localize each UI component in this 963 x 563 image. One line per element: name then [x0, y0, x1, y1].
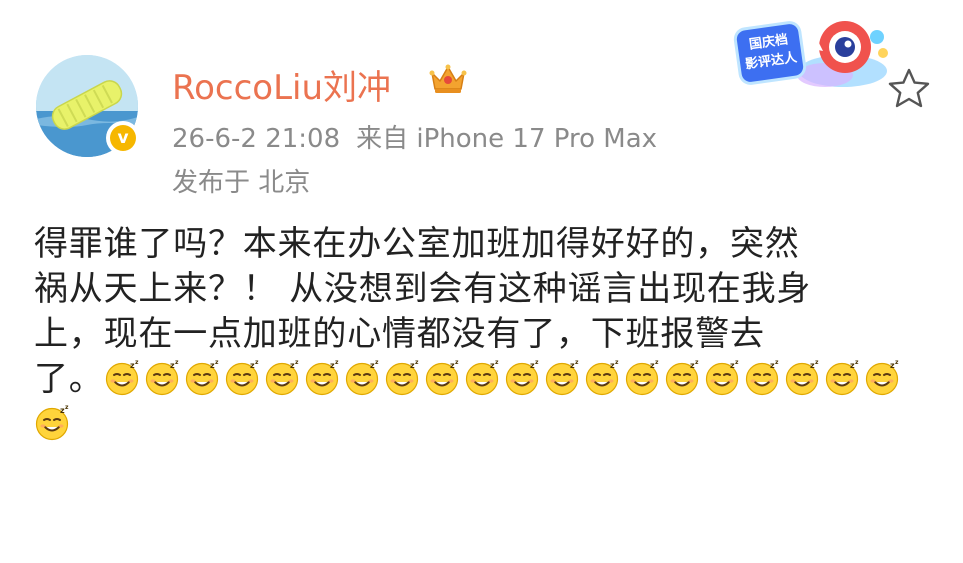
post-body: 得罪谁了吗？本来在办公室加班加得好好的，突然 祸从天上来？！ 从没想到会有这种谣… [34, 222, 934, 447]
emoji-row: zzzzzzzzzzzzzzzzzzzzzzzzzzzzzzzzzzzzzzzz [104, 359, 904, 399]
post-source: 来自 iPhone 17 Pro Max [356, 124, 658, 154]
post-text-line: 上，现在一点加班的心情都没有了，下班报警去 [34, 314, 765, 354]
svg-text:z: z [855, 360, 859, 366]
svg-text:z: z [895, 360, 899, 366]
sleepy-smile-emoji: zz [305, 360, 339, 396]
svg-text:z: z [415, 360, 419, 366]
svg-text:z: z [335, 360, 339, 366]
post-text-line: 了。 z z z z z z z z z z z z z z z z z z z z z z z z z z z z z z z z z z z z z z… [34, 357, 934, 402]
crown-icon[interactable] [428, 63, 468, 95]
post-text-line: zz [34, 402, 934, 447]
sleepy-smile-emoji: zz [865, 360, 899, 396]
sleepy-smile-emoji: zz [265, 360, 299, 396]
weibo-post: v RoccoLiu刘冲 26-6-2 21:08 来自 iPhone 17 Pr… [0, 0, 963, 563]
badge-label: 国庆档 影评达人 [735, 22, 805, 84]
star-icon[interactable] [886, 66, 932, 112]
post-text-tail: 了。 [34, 359, 104, 399]
sleepy-smile-emoji: zz [35, 405, 69, 441]
post-text-line: 祸从天上来？！ 从没想到会有这种谣言出现在我身 [34, 269, 812, 309]
svg-text:z: z [535, 360, 539, 366]
svg-text:z: z [65, 405, 69, 411]
svg-text:z: z [815, 360, 819, 366]
svg-text:z: z [255, 360, 259, 366]
svg-text:z: z [575, 360, 579, 366]
svg-text:z: z [615, 360, 619, 366]
sleepy-smile-emoji: zz [345, 360, 379, 396]
sleepy-smile-emoji: zz [745, 360, 779, 396]
svg-text:z: z [655, 360, 659, 366]
sleepy-smile-emoji: zz [625, 360, 659, 396]
svg-text:z: z [495, 360, 499, 366]
svg-text:z: z [295, 360, 299, 366]
post-location: 发布于 北京 [172, 168, 311, 198]
sleepy-smile-emoji: zz [665, 360, 699, 396]
username[interactable]: RoccoLiu刘冲 [172, 60, 391, 109]
event-badge[interactable]: 国庆档 影评达人 [733, 15, 903, 95]
sleepy-smile-emoji: zz [465, 360, 499, 396]
svg-text:z: z [175, 360, 179, 366]
sleepy-smile-emoji: zz [785, 360, 819, 396]
svg-text:z: z [135, 360, 139, 366]
emoji-row: zz [34, 404, 74, 444]
svg-text:z: z [375, 360, 379, 366]
sleepy-smile-emoji: zz [145, 360, 179, 396]
sleepy-smile-emoji: zz [185, 360, 219, 396]
sleepy-smile-emoji: zz [385, 360, 419, 396]
svg-text:z: z [735, 360, 739, 366]
svg-text:z: z [695, 360, 699, 366]
verified-v-icon: v [106, 121, 140, 155]
sleepy-smile-emoji: zz [505, 360, 539, 396]
post-timestamp: 26-6-2 21:08 [172, 124, 341, 154]
sleepy-smile-emoji: zz [425, 360, 459, 396]
sleepy-smile-emoji: zz [225, 360, 259, 396]
sleepy-smile-emoji: zz [705, 360, 739, 396]
sleepy-smile-emoji: zz [105, 360, 139, 396]
sleepy-smile-emoji: zz [585, 360, 619, 396]
sleepy-smile-emoji: zz [825, 360, 859, 396]
verified-letter: v [110, 125, 136, 151]
post-text-line: 得罪谁了吗？本来在办公室加班加得好好的，突然 [34, 224, 800, 264]
svg-text:z: z [775, 360, 779, 366]
sleepy-smile-emoji: zz [545, 360, 579, 396]
svg-text:z: z [455, 360, 459, 366]
svg-text:z: z [215, 360, 219, 366]
post-meta: 26-6-2 21:08 来自 iPhone 17 Pro Max [172, 118, 657, 155]
